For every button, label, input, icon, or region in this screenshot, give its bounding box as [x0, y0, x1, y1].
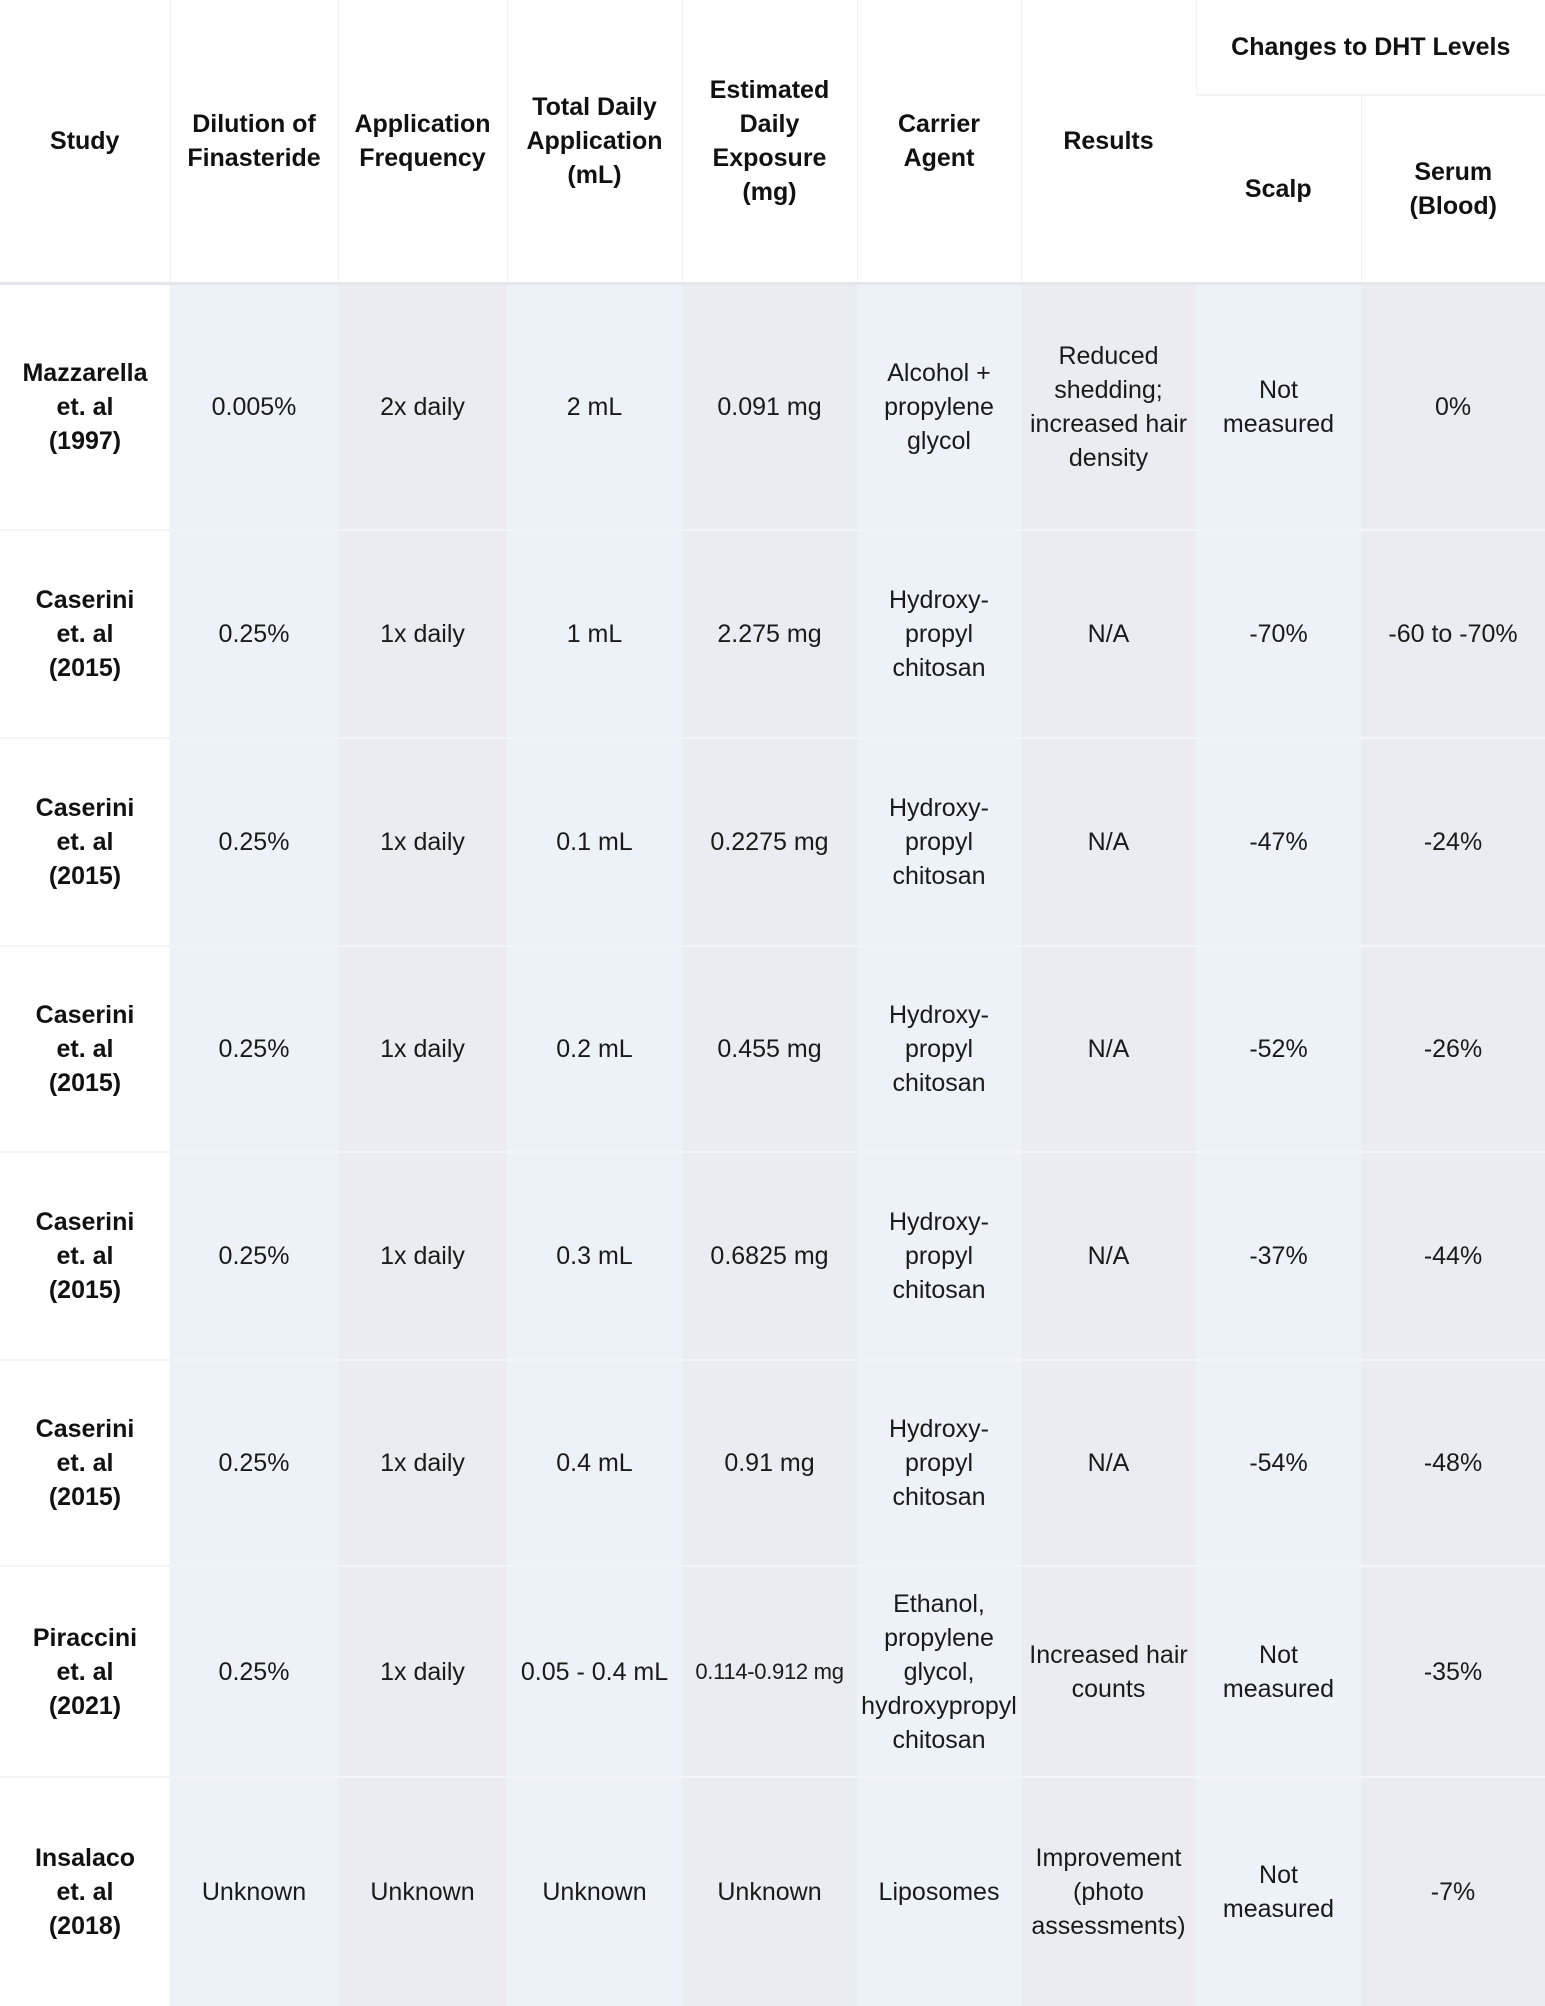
header-study: Study: [0, 0, 170, 284]
header-results: Results: [1021, 0, 1196, 284]
cell-exposure: Unknown: [682, 1777, 857, 2006]
cell-carrier: Hydroxy- propyl chitosan: [857, 530, 1021, 738]
cell-dilution: 0.25%: [170, 1152, 338, 1360]
cell-results: N/A: [1021, 1152, 1196, 1360]
cell-study: Insalaco et. al (2018): [0, 1777, 170, 2006]
finasteride-studies-table: Study Dilution of Finasteride Applicatio…: [0, 0, 1545, 2006]
cell-study: Caserini et. al (2015): [0, 1360, 170, 1566]
cell-results: Increased hair counts: [1021, 1566, 1196, 1777]
table-row: Piraccini et. al (2021)0.25%1x daily0.05…: [0, 1566, 1545, 1777]
table-row: Caserini et. al (2015)0.25%1x daily0.3 m…: [0, 1152, 1545, 1360]
cell-total-daily: 0.3 mL: [507, 1152, 682, 1360]
header-serum: Serum (Blood): [1361, 95, 1545, 284]
cell-exposure: 2.275 mg: [682, 530, 857, 738]
cell-exposure: 0.6825 mg: [682, 1152, 857, 1360]
header-total-daily: Total Daily Application (mL): [507, 0, 682, 284]
cell-results: Reduced shedding; increased hair density: [1021, 284, 1196, 531]
cell-exposure: 0.455 mg: [682, 946, 857, 1152]
cell-serum: -48%: [1361, 1360, 1545, 1566]
table-row: Mazzarella et. al (1997)0.005%2x daily2 …: [0, 284, 1545, 531]
cell-dilution: 0.25%: [170, 1360, 338, 1566]
cell-scalp: -47%: [1196, 738, 1361, 946]
cell-scalp: -54%: [1196, 1360, 1361, 1566]
cell-serum: -44%: [1361, 1152, 1545, 1360]
cell-serum: -26%: [1361, 946, 1545, 1152]
cell-frequency: 1x daily: [338, 946, 507, 1152]
header-scalp: Scalp: [1196, 95, 1361, 284]
cell-frequency: 1x daily: [338, 1360, 507, 1566]
cell-carrier: Liposomes: [857, 1777, 1021, 2006]
cell-frequency: 1x daily: [338, 530, 507, 738]
cell-scalp: -37%: [1196, 1152, 1361, 1360]
table-row: Insalaco et. al (2018)UnknownUnknownUnkn…: [0, 1777, 1545, 2006]
table-row: Caserini et. al (2015)0.25%1x daily0.2 m…: [0, 946, 1545, 1152]
cell-serum: 0%: [1361, 284, 1545, 531]
cell-scalp: Not measured: [1196, 284, 1361, 531]
cell-scalp: Not measured: [1196, 1777, 1361, 2006]
table-body: Mazzarella et. al (1997)0.005%2x daily2 …: [0, 284, 1545, 2006]
cell-study: Caserini et. al (2015): [0, 1152, 170, 1360]
table-row: Caserini et. al (2015)0.25%1x daily1 mL2…: [0, 530, 1545, 738]
cell-total-daily: 0.1 mL: [507, 738, 682, 946]
cell-exposure: 0.91 mg: [682, 1360, 857, 1566]
header-carrier: Carrier Agent: [857, 0, 1021, 284]
table-header: Study Dilution of Finasteride Applicatio…: [0, 0, 1545, 284]
header-dht-group: Changes to DHT Levels: [1196, 0, 1545, 95]
cell-total-daily: 0.05 - 0.4 mL: [507, 1566, 682, 1777]
cell-results: N/A: [1021, 738, 1196, 946]
header-dilution: Dilution of Finasteride: [170, 0, 338, 284]
cell-results: N/A: [1021, 1360, 1196, 1566]
header-estimated-exposure: Estimated Daily Exposure (mg): [682, 0, 857, 284]
cell-dilution: 0.005%: [170, 284, 338, 531]
cell-total-daily: 2 mL: [507, 284, 682, 531]
cell-serum: -24%: [1361, 738, 1545, 946]
cell-scalp: -52%: [1196, 946, 1361, 1152]
cell-serum: -7%: [1361, 1777, 1545, 2006]
table-row: Caserini et. al (2015)0.25%1x daily0.4 m…: [0, 1360, 1545, 1566]
cell-frequency: 2x daily: [338, 284, 507, 531]
cell-serum: -60 to -70%: [1361, 530, 1545, 738]
cell-study: Mazzarella et. al (1997): [0, 284, 170, 531]
cell-study: Caserini et. al (2015): [0, 946, 170, 1152]
cell-total-daily: 0.4 mL: [507, 1360, 682, 1566]
cell-results: N/A: [1021, 530, 1196, 738]
cell-frequency: 1x daily: [338, 1152, 507, 1360]
table-row: Caserini et. al (2015)0.25%1x daily0.1 m…: [0, 738, 1545, 946]
cell-results: Improvement (photo assessments): [1021, 1777, 1196, 2006]
cell-exposure: 0.091 mg: [682, 284, 857, 531]
cell-exposure: 0.2275 mg: [682, 738, 857, 946]
cell-dilution: 0.25%: [170, 738, 338, 946]
cell-scalp: -70%: [1196, 530, 1361, 738]
cell-frequency: 1x daily: [338, 1566, 507, 1777]
header-frequency: Application Frequency: [338, 0, 507, 284]
cell-carrier: Alcohol + propylene glycol: [857, 284, 1021, 531]
cell-study: Caserini et. al (2015): [0, 530, 170, 738]
cell-carrier: Hydroxy- propyl chitosan: [857, 1152, 1021, 1360]
cell-carrier: Hydroxy- propyl chitosan: [857, 946, 1021, 1152]
cell-total-daily: Unknown: [507, 1777, 682, 2006]
cell-carrier: Hydroxy- propyl chitosan: [857, 738, 1021, 946]
cell-carrier: Ethanol, propylene glycol, hydroxypropyl…: [857, 1566, 1021, 1777]
cell-frequency: 1x daily: [338, 738, 507, 946]
cell-scalp: Not measured: [1196, 1566, 1361, 1777]
cell-dilution: 0.25%: [170, 946, 338, 1152]
cell-exposure: 0.114-0.912 mg: [682, 1566, 857, 1777]
cell-dilution: 0.25%: [170, 530, 338, 738]
cell-carrier: Hydroxy- propyl chitosan: [857, 1360, 1021, 1566]
cell-dilution: Unknown: [170, 1777, 338, 2006]
cell-results: N/A: [1021, 946, 1196, 1152]
cell-serum: -35%: [1361, 1566, 1545, 1777]
cell-frequency: Unknown: [338, 1777, 507, 2006]
cell-study: Piraccini et. al (2021): [0, 1566, 170, 1777]
cell-study: Caserini et. al (2015): [0, 738, 170, 946]
cell-total-daily: 0.2 mL: [507, 946, 682, 1152]
cell-total-daily: 1 mL: [507, 530, 682, 738]
cell-dilution: 0.25%: [170, 1566, 338, 1777]
